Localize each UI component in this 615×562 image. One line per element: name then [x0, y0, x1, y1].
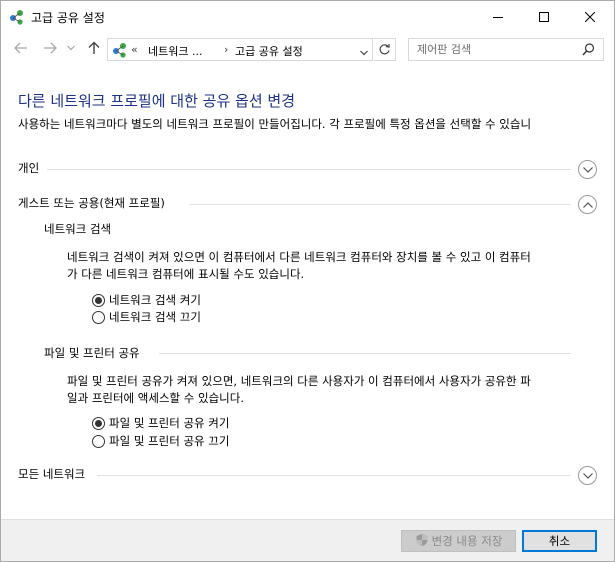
radio-button[interactable] [92, 310, 105, 324]
divider [159, 353, 571, 354]
network-discovery-text-line-1: 네트워크 검색이 켜져 있으면 이 컴퓨터에서 다른 네트워크 컴퓨터와 장치를… [67, 250, 531, 264]
address-bar[interactable]: « 네트워크 ... › 고급 공유 설정 [107, 38, 373, 61]
radio-label[interactable]: 파일 및 프린터 공유 켜기 [109, 415, 229, 431]
divider [97, 475, 571, 476]
forward-arrow-icon [44, 42, 57, 54]
breadcrumb-advanced-sharing[interactable]: 고급 공유 설정 [235, 43, 303, 59]
file-printer-text-line-1: 파일 및 프린터 공유가 켜져 있으면, 네트워크의 다른 사용자가 이 컴퓨터… [67, 374, 531, 388]
up-arrow-icon [88, 41, 100, 54]
save-changes-label[interactable]: 변경 내용 저장 [432, 533, 503, 549]
chevron-up-icon [582, 201, 593, 208]
advanced-sharing-window: 고급 공유 설정 « 네트워크 ... › 고급 공유 설정 제어판 검색 다른… [0, 0, 615, 562]
window-title: 고급 공유 설정 [31, 11, 105, 25]
title-bar: 고급 공유 설정 [1, 1, 614, 32]
refresh-button[interactable] [374, 38, 396, 61]
radio-network-discovery-off[interactable]: 네트워크 검색 끄기 [92, 309, 201, 325]
uac-shield-icon [415, 533, 429, 550]
address-dropdown-icon[interactable] [360, 46, 368, 59]
expand-private-button[interactable] [578, 160, 597, 179]
file-printer-sharing-heading: 파일 및 프린터 공유 [44, 346, 140, 360]
radio-label[interactable]: 네트워크 검색 켜기 [109, 292, 201, 308]
content-area: 다른 네트워크 프로필에 대한 공유 옵션 변경 사용하는 네트워크마다 별도의… [1, 64, 614, 519]
file-printer-text-line-2: 일과 프린터에 액세스할 수 있습니다. [67, 391, 244, 405]
section-all-networks-label[interactable]: 모든 네트워크 [18, 466, 85, 482]
radio-file-printer-off[interactable]: 파일 및 프린터 공유 끄기 [92, 433, 229, 449]
search-input[interactable] [417, 41, 577, 58]
footer-bar: 변경 내용 저장 취소 [1, 519, 614, 561]
divider [47, 169, 571, 170]
network-app-icon [9, 9, 25, 25]
up-button[interactable] [85, 38, 103, 58]
radio-network-discovery-on[interactable]: 네트워크 검색 켜기 [92, 292, 201, 308]
network-discovery-description: 네트워크 검색이 켜져 있으면 이 컴퓨터에서 다른 네트워크 컴퓨터와 장치를… [67, 249, 597, 283]
close-icon [585, 11, 595, 22]
refresh-icon [379, 44, 390, 55]
search-icon[interactable] [582, 43, 595, 59]
radio-button[interactable] [92, 434, 105, 448]
chevron-down-icon [582, 166, 593, 173]
minimize-button[interactable] [475, 1, 521, 32]
chevron-down-icon [582, 472, 593, 479]
chevron-down-icon [67, 45, 75, 51]
forward-button[interactable] [41, 38, 59, 58]
breadcrumb-separator[interactable]: › [224, 43, 228, 56]
cancel-button[interactable]: 취소 [522, 530, 597, 552]
navigation-bar: « 네트워크 ... › 고급 공유 설정 [1, 32, 614, 64]
expand-all-networks-button[interactable] [578, 466, 597, 485]
radio-label[interactable]: 네트워크 검색 끄기 [109, 309, 201, 325]
page-description: 사용하는 네트워크마다 별도의 네트워크 프로필이 만들어집니다. 각 프로필에… [18, 117, 532, 131]
radio-button-selected[interactable] [92, 293, 105, 307]
search-box[interactable] [408, 38, 604, 61]
section-private-label[interactable]: 개인 [18, 160, 39, 176]
radio-label[interactable]: 파일 및 프린터 공유 끄기 [109, 433, 229, 449]
page-title: 다른 네트워크 프로필에 대한 공유 옵션 변경 [18, 92, 296, 110]
collapse-guest-public-button[interactable] [578, 195, 597, 214]
recent-locations-button[interactable] [65, 38, 77, 58]
back-arrow-icon [14, 42, 27, 54]
breadcrumb-overflow[interactable]: « [131, 43, 138, 56]
maximize-icon [539, 11, 549, 22]
network-location-icon [112, 42, 128, 58]
radio-file-printer-on[interactable]: 파일 및 프린터 공유 켜기 [92, 415, 229, 431]
section-guest-public-label[interactable]: 게스트 또는 공용(현재 프로필) [18, 195, 165, 211]
minimize-icon [493, 16, 503, 18]
radio-button-selected[interactable] [92, 416, 105, 430]
file-printer-sharing-description: 파일 및 프린터 공유가 켜져 있으면, 네트워크의 다른 사용자가 이 컴퓨터… [67, 373, 597, 407]
close-button[interactable] [567, 1, 613, 32]
back-button[interactable] [12, 38, 30, 58]
maximize-button[interactable] [521, 1, 567, 32]
network-discovery-text-line-2: 가 다른 네트워크 컴퓨터에 표시될 수도 있습니다. [67, 267, 305, 281]
network-discovery-heading: 네트워크 검색 [44, 222, 112, 236]
breadcrumb-network[interactable]: 네트워크 ... [148, 43, 202, 59]
save-changes-button[interactable]: 변경 내용 저장 [401, 530, 516, 552]
divider [189, 204, 571, 205]
